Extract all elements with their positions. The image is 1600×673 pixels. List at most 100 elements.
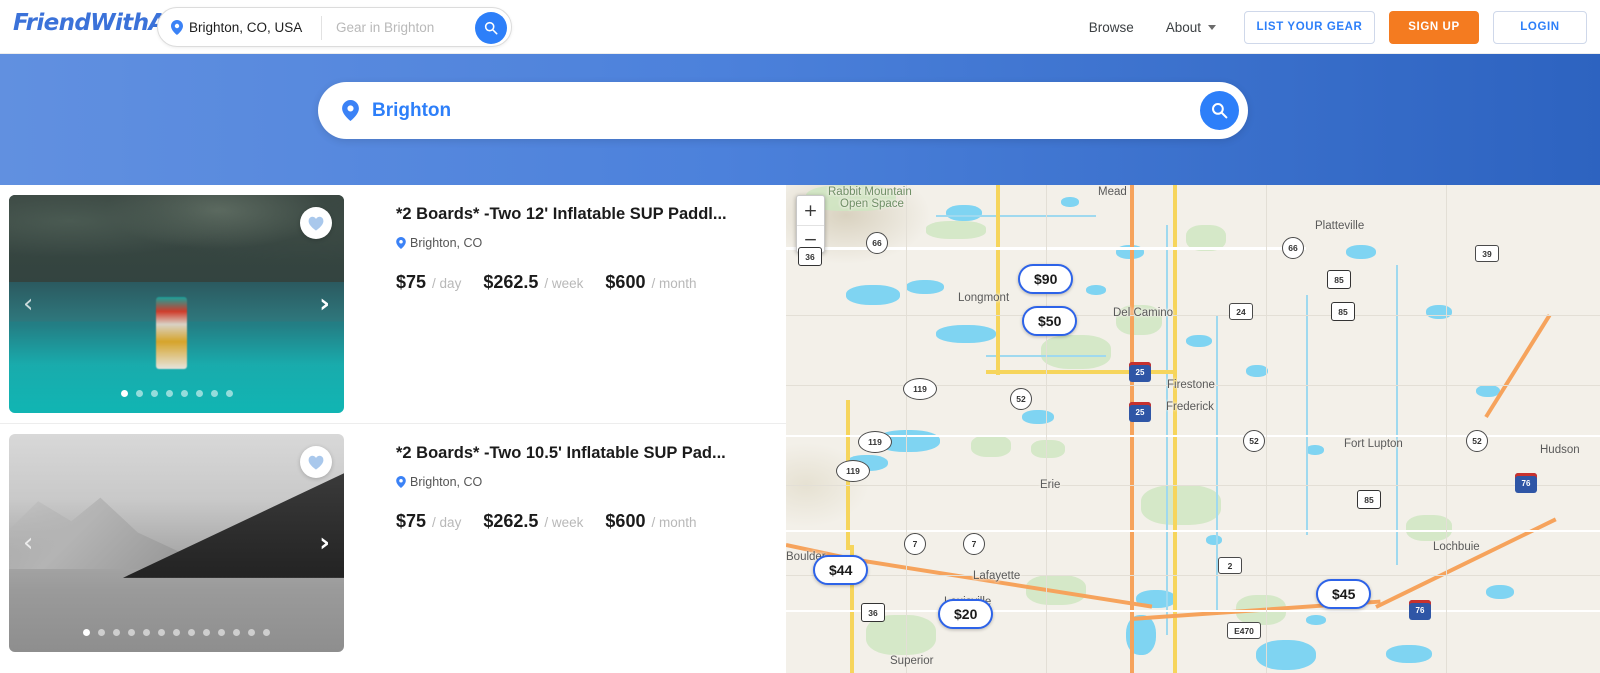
carousel-dot[interactable]: [158, 629, 165, 636]
carousel-dot[interactable]: [135, 390, 143, 397]
map-place-label: Firestone: [1167, 379, 1215, 391]
carousel-dot[interactable]: [210, 390, 218, 397]
route-shield-icon: 36: [861, 603, 885, 622]
listing-results: ‹ › *2 Boards* -Two 12' Inflatable SUP P…: [0, 185, 786, 673]
results-map[interactable]: + − Rabbit Mountain Open Space Mead Plattev…: [786, 185, 1600, 673]
listing-location-label: Brighton, CO: [410, 236, 483, 250]
listing-photo: [9, 434, 344, 652]
carousel-dot[interactable]: [120, 390, 128, 397]
carousel-next-button[interactable]: ›: [319, 530, 330, 556]
location-pin-icon: [396, 237, 406, 249]
price-month-unit: / month: [651, 515, 697, 530]
hero-banner: Brighton: [0, 54, 1600, 185]
listing-location: Brighton, CO: [396, 236, 766, 250]
route-shield-icon: 85: [1357, 490, 1381, 509]
carousel-dot[interactable]: [248, 629, 255, 636]
header-search-bar[interactable]: Brighton, CO, USA Gear in Brighton: [157, 7, 512, 47]
carousel-dot[interactable]: [128, 629, 135, 636]
location-pin-icon: [342, 100, 359, 121]
carousel-prev-button[interactable]: ‹: [23, 291, 33, 317]
price-day-unit: / day: [432, 515, 462, 530]
chevron-down-icon: [1208, 24, 1216, 30]
carousel-dots[interactable]: [9, 390, 344, 397]
map-place-label: Platteville: [1315, 220, 1365, 232]
map-price-marker[interactable]: $45: [1316, 579, 1372, 609]
carousel-dot[interactable]: [195, 390, 203, 397]
price-week-unit: / week: [544, 276, 584, 291]
header-search-button[interactable]: [475, 12, 507, 44]
carousel-dot[interactable]: [263, 629, 270, 636]
hero-search-bar[interactable]: Brighton: [318, 82, 1248, 139]
listing-info: *2 Boards* -Two 12' Inflatable SUP Paddl…: [396, 205, 766, 293]
carousel-dot[interactable]: [83, 629, 90, 636]
carousel-dot[interactable]: [203, 629, 210, 636]
nav-about-label: About: [1165, 19, 1201, 35]
map-place-label: Fort Lupton: [1344, 438, 1403, 450]
listing-card[interactable]: ‹ › *2 Boards* -Two 12' Inflatable SUP P…: [0, 185, 786, 423]
logo-text: FriendWithA: [13, 10, 166, 36]
map-price-marker[interactable]: $90: [1018, 264, 1074, 294]
price-week: $262.5: [483, 511, 539, 531]
map-price-marker[interactable]: $50: [1022, 306, 1078, 336]
hero-search-input[interactable]: Brighton: [372, 100, 451, 122]
carousel-dot[interactable]: [180, 390, 188, 397]
carousel-dot[interactable]: [233, 629, 240, 636]
route-shield-icon: 119: [903, 378, 937, 400]
nav-browse[interactable]: Browse: [1073, 20, 1150, 35]
heart-icon[interactable]: [300, 446, 332, 478]
map-place-label: Rabbit Mountain: [828, 186, 912, 198]
map-place-label: Del Camino: [1113, 307, 1174, 319]
search-divider: [321, 16, 322, 40]
map-place-label: Superior: [890, 655, 934, 667]
carousel-prev-button[interactable]: ‹: [23, 530, 33, 556]
route-shield-icon: 52: [1243, 430, 1265, 452]
carousel-dot[interactable]: [173, 629, 180, 636]
price-month-unit: / month: [651, 276, 697, 291]
listing-image-carousel[interactable]: ‹ ›: [9, 195, 344, 413]
carousel-dot[interactable]: [113, 629, 120, 636]
carousel-dot[interactable]: [188, 629, 195, 636]
price-month: $600: [605, 511, 646, 531]
map-price-marker[interactable]: $44: [813, 555, 869, 585]
route-shield-icon: 85: [1331, 302, 1355, 321]
route-shield-icon: 25: [1129, 402, 1151, 422]
nav-about[interactable]: About: [1150, 20, 1230, 35]
carousel-dot[interactable]: [165, 390, 173, 397]
sign-up-button[interactable]: SIGN UP: [1389, 10, 1479, 44]
price-week: $262.5: [483, 272, 539, 292]
map-place-label: Hudson: [1540, 444, 1580, 456]
hero-search-button[interactable]: [1200, 91, 1239, 130]
listing-title[interactable]: *2 Boards* -Two 12' Inflatable SUP Paddl…: [396, 205, 766, 224]
carousel-dot[interactable]: [218, 629, 225, 636]
login-button[interactable]: LOGIN: [1493, 10, 1587, 44]
header-nav: Browse About LIST YOUR GEAR SIGN UP LOGI…: [1073, 0, 1587, 54]
listing-card[interactable]: ‹ › *2 Boards* -Two 10.5' Inflatable SUP…: [0, 423, 786, 661]
header-gear-input[interactable]: Gear in Brighton: [336, 20, 434, 35]
header-location-input[interactable]: Brighton, CO, USA: [189, 20, 302, 35]
route-shield-icon: 76: [1409, 600, 1431, 620]
price-day: $75: [396, 272, 427, 292]
heart-icon[interactable]: [300, 207, 332, 239]
map-price-marker[interactable]: $20: [938, 599, 994, 629]
route-shield-icon: 2: [1218, 557, 1242, 574]
listing-image-carousel[interactable]: ‹ ›: [9, 434, 344, 652]
map-place-label: Erie: [1040, 479, 1061, 491]
map-zoom-controls[interactable]: + −: [796, 195, 825, 253]
map-place-label: Lochbuie: [1433, 541, 1480, 553]
listing-title[interactable]: *2 Boards* -Two 10.5' Inflatable SUP Pad…: [396, 444, 766, 463]
listing-prices: $75 / day $262.5 / week $600 / month: [396, 511, 766, 532]
carousel-dot[interactable]: [143, 629, 150, 636]
carousel-next-button[interactable]: ›: [319, 291, 330, 317]
route-shield-icon: 7: [904, 533, 926, 555]
route-shield-icon: 24: [1229, 303, 1253, 320]
carousel-dot[interactable]: [98, 629, 105, 636]
carousel-dot[interactable]: [225, 390, 233, 397]
price-day-unit: / day: [432, 276, 462, 291]
list-your-gear-button[interactable]: LIST YOUR GEAR: [1244, 10, 1375, 44]
listing-photo: [9, 195, 344, 413]
route-shield-icon: 119: [836, 460, 870, 482]
carousel-dots[interactable]: [9, 629, 344, 636]
location-pin-icon: [396, 476, 406, 488]
carousel-dot[interactable]: [150, 390, 158, 397]
map-zoom-in-button[interactable]: +: [797, 196, 824, 225]
